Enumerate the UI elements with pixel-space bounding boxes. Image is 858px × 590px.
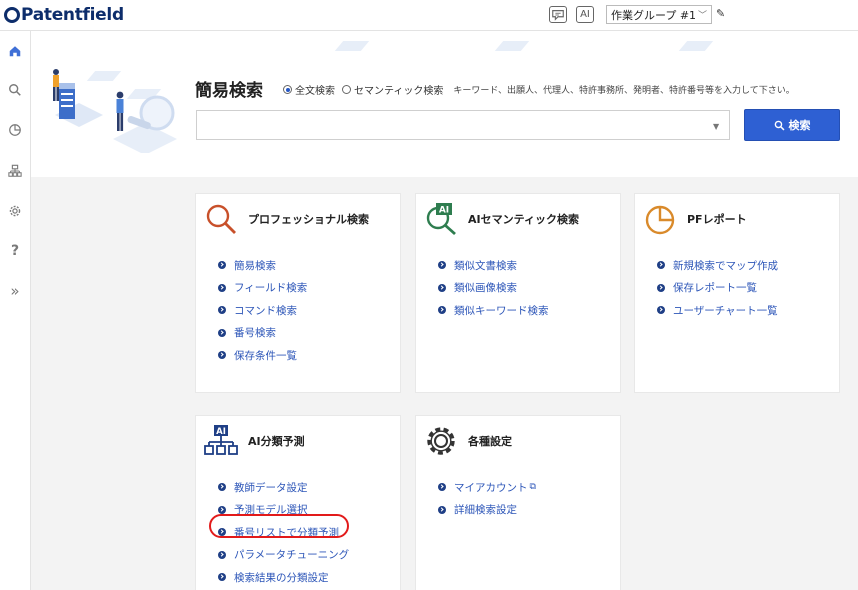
chevron-circle-icon <box>218 506 226 514</box>
expand-icon[interactable]: » <box>5 281 25 301</box>
chevron-circle-icon <box>218 483 226 491</box>
org-chart-icon[interactable] <box>5 161 25 181</box>
help-icon[interactable]: ? <box>5 241 25 261</box>
link-saved-conditions[interactable]: 保存条件一覧 <box>218 344 307 367</box>
magnifier-icon <box>204 202 238 236</box>
top-bar: Patentfield AI 作業グループ #1 ﹀ ✎ <box>0 0 858 31</box>
ai-magnifier-icon: AI <box>424 202 458 236</box>
link-new-map[interactable]: 新規検索でマップ作成 <box>657 254 778 277</box>
chevron-down-icon: ﹀ <box>698 8 707 21</box>
chat-bubble-icon[interactable] <box>549 6 567 23</box>
chevron-circle-icon <box>218 329 226 337</box>
search-hero: 簡易検索 全文検索 セマンティック検索 キーワード、出願人、代理人、特許事務所、… <box>31 31 858 177</box>
radio-fulltext-label[interactable]: 全文検索 <box>295 82 335 97</box>
card-settings: 各種設定 マイアカウント⧉ 詳細検索設定 <box>415 415 621 590</box>
link-parameter-tuning[interactable]: パラメータチューニング <box>218 544 349 567</box>
decor-tile <box>335 41 369 51</box>
pie-chart-icon <box>643 202 677 236</box>
search-button-label: 検索 <box>789 117 811 133</box>
pencil-icon[interactable]: ✎ <box>716 7 725 20</box>
card-title: AI分類予測 <box>248 433 305 449</box>
decor-tile <box>495 41 529 51</box>
pie-chart-icon[interactable] <box>5 120 25 140</box>
link-advanced-search-settings[interactable]: 詳細検索設定 <box>438 499 536 522</box>
link-similar-keyword[interactable]: 類似キーワード検索 <box>438 299 549 322</box>
link-training-data[interactable]: 教師データ設定 <box>218 476 349 499</box>
card-pf-report: PFレポート 新規検索でマップ作成 保存レポート一覧 ユーザーチャート一覧 <box>634 193 840 393</box>
chevron-circle-icon <box>438 483 446 491</box>
chevron-circle-icon <box>218 551 226 559</box>
link-user-charts[interactable]: ユーザーチャート一覧 <box>657 299 778 322</box>
radio-fulltext[interactable] <box>283 85 292 94</box>
search-mode-radio-group: 全文検索 セマンティック検索 キーワード、出願人、代理人、特許事務所、発明者、特… <box>283 82 795 97</box>
card-title: 各種設定 <box>468 433 512 449</box>
search-button[interactable]: 検索 <box>744 109 840 141</box>
chevron-circle-icon <box>218 306 226 314</box>
link-command-search[interactable]: コマンド検索 <box>218 299 307 322</box>
ai-badge-text: AI <box>439 206 449 216</box>
ai-hierarchy-icon: AI <box>204 424 238 458</box>
logo-ring-icon <box>4 7 20 23</box>
ai-badge-text: AI <box>216 427 226 437</box>
gear-icon[interactable] <box>5 201 25 221</box>
chevron-circle-icon <box>218 261 226 269</box>
logo-text: Patentfield <box>21 5 124 25</box>
search-icon <box>774 120 785 131</box>
chevron-circle-icon <box>218 351 226 359</box>
chevron-circle-icon <box>438 506 446 514</box>
search-illustration <box>45 53 185 153</box>
chevron-circle-icon <box>218 528 226 536</box>
ai-icon[interactable]: AI <box>576 6 594 23</box>
link-number-list-predict[interactable]: 番号リストで分類予測 <box>218 521 349 544</box>
home-icon[interactable] <box>5 41 25 61</box>
decor-tile <box>679 41 713 51</box>
link-similar-image[interactable]: 類似画像検索 <box>438 277 549 300</box>
link-simple-search[interactable]: 簡易検索 <box>218 254 307 277</box>
link-result-classification[interactable]: 検索結果の分類設定 <box>218 566 349 589</box>
card-title: PFレポート <box>687 211 747 227</box>
link-similar-document[interactable]: 類似文書検索 <box>438 254 549 277</box>
external-link-icon: ⧉ <box>530 482 536 492</box>
link-model-select[interactable]: 予測モデル選択 <box>218 499 349 522</box>
search-input[interactable] <box>196 110 730 140</box>
card-ai-classification: AI AI分類予測 教師データ設定 予測モデル選択 番号リストで分類予測 パラメ… <box>195 415 401 590</box>
chevron-circle-icon <box>438 306 446 314</box>
chevron-circle-icon <box>657 261 665 269</box>
ai-icon-label: AI <box>580 9 590 20</box>
chevron-circle-icon <box>218 573 226 581</box>
chevron-circle-icon <box>438 261 446 269</box>
help-glyph: ? <box>11 243 19 259</box>
search-icon[interactable] <box>5 80 25 100</box>
expand-glyph: » <box>10 282 19 300</box>
radio-semantic[interactable] <box>342 85 351 94</box>
card-title: AIセマンティック検索 <box>468 211 579 227</box>
radio-semantic-label[interactable]: セマンティック検索 <box>354 82 443 97</box>
link-saved-reports[interactable]: 保存レポート一覧 <box>657 277 778 300</box>
link-my-account[interactable]: マイアカウント⧉ <box>438 476 536 499</box>
card-professional-search: プロフェッショナル検索 簡易検索 フィールド検索 コマンド検索 番号検索 保存条… <box>195 193 401 393</box>
input-dropdown-icon[interactable]: ▼ <box>713 122 719 131</box>
chevron-circle-icon <box>657 284 665 292</box>
group-select[interactable]: 作業グループ #1 ﹀ <box>606 5 712 24</box>
link-number-search[interactable]: 番号検索 <box>218 322 307 345</box>
sidebar: ? » <box>0 31 31 590</box>
card-ai-semantic-search: AI AIセマンティック検索 類似文書検索 類似画像検索 類似キーワード検索 <box>415 193 621 393</box>
logo[interactable]: Patentfield <box>4 3 124 27</box>
chevron-circle-icon <box>657 306 665 314</box>
chevron-circle-icon <box>218 284 226 292</box>
link-field-search[interactable]: フィールド検索 <box>218 277 307 300</box>
gear-icon <box>424 424 458 458</box>
page-title: 簡易検索 <box>195 76 263 101</box>
group-select-value: 作業グループ #1 <box>611 7 696 23</box>
chevron-circle-icon <box>438 284 446 292</box>
card-title: プロフェッショナル検索 <box>248 211 369 227</box>
search-hint: キーワード、出願人、代理人、特許事務所、発明者、特許番号等を入力して下さい。 <box>453 83 794 96</box>
